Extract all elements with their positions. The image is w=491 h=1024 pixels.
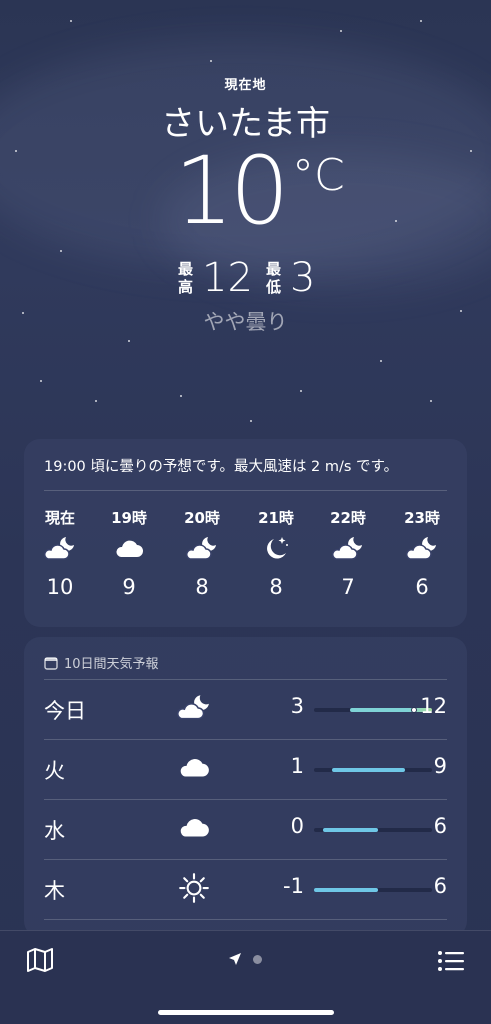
- temp-range-fill: [323, 828, 378, 832]
- hourly-item: 20時 8: [172, 507, 232, 599]
- hourly-item: 現在 10: [30, 507, 90, 599]
- day-label: 木: [44, 879, 65, 903]
- low-temp: 0: [290, 814, 304, 838]
- hourly-forecast-card[interactable]: 19:00 頃に曇りの予想です。最大風速は 2 m/s です。 現在 10 19時 9…: [24, 439, 467, 627]
- hour-label: 21時: [258, 509, 294, 527]
- partly-cloudy-night-icon: [392, 529, 452, 569]
- partly-cloudy-night-icon: [174, 693, 214, 723]
- partly-cloudy-night-icon: [172, 529, 232, 569]
- hourly-item: 19時 9: [99, 507, 159, 599]
- hour-temp: 6: [415, 575, 429, 599]
- high-temp: 9: [433, 754, 447, 778]
- daily-row[interactable]: 水 0 6: [44, 799, 447, 859]
- moon-stars-icon: [246, 529, 306, 569]
- hour-label: 22時: [330, 509, 366, 527]
- temperature-unit: °C: [292, 150, 345, 201]
- daily-row[interactable]: 火 1 9: [44, 739, 447, 799]
- daily-row[interactable]: 今日 3 12: [44, 679, 447, 739]
- sun-icon: [174, 873, 214, 903]
- daily-title: 10日間天気予報: [64, 657, 159, 672]
- current-location-label: 現在地: [224, 78, 267, 93]
- list-icon[interactable]: [437, 949, 465, 973]
- hour-label: 20時: [184, 509, 220, 527]
- hourly-item: 21時 8: [246, 507, 306, 599]
- high-temp: 6: [433, 874, 447, 898]
- divider: [44, 490, 447, 491]
- location-arrow-icon[interactable]: [228, 952, 242, 966]
- high-low: 最高 12 最低 3: [0, 256, 491, 300]
- cloud-icon: [99, 529, 159, 569]
- daily-row[interactable]: 木 -1 6: [44, 859, 447, 919]
- high-temp: 12: [420, 694, 447, 718]
- hour-temp: 9: [122, 575, 136, 599]
- hour-label: 現在: [44, 509, 75, 527]
- day-label: 今日: [44, 699, 86, 723]
- temperature-value: 10: [174, 137, 290, 246]
- hour-temp: 8: [195, 575, 209, 599]
- partly-cloudy-night-icon: [318, 529, 378, 569]
- divider: [44, 679, 447, 680]
- partly-cloudy-night-icon: [30, 529, 90, 569]
- hourly-item: 23時 6: [392, 507, 452, 599]
- divider: [44, 739, 447, 740]
- low-temp: -1: [283, 874, 304, 898]
- hour-label: 23時: [404, 509, 440, 527]
- hourly-summary: 19:00 頃に曇りの予想です。最大風速は 2 m/s です。: [44, 459, 399, 475]
- daily-forecast-card[interactable]: 10日間天気予報 今日 3 12 火 1 9 水 0 6 木 -1 6: [24, 637, 467, 937]
- hour-temp: 7: [341, 575, 355, 599]
- divider: [44, 859, 447, 860]
- high-temp: 6: [433, 814, 447, 838]
- condition-text: やや曇り: [203, 310, 288, 334]
- hour-label: 19時: [111, 509, 147, 527]
- map-icon[interactable]: [25, 947, 55, 973]
- cloud-icon: [174, 813, 214, 843]
- low-label: 最低: [266, 260, 282, 296]
- temp-range-fill: [332, 768, 405, 772]
- home-indicator[interactable]: [158, 1010, 334, 1015]
- high-label: 最高: [178, 260, 194, 296]
- daily-header: 10日間天気予報: [44, 653, 159, 672]
- low-temp: 1: [290, 754, 304, 778]
- day-label: 水: [44, 819, 65, 843]
- temp-range-fill: [314, 888, 378, 892]
- low-value: 3: [290, 255, 316, 301]
- hour-temp: 10: [46, 575, 74, 599]
- current-temperature: 10 °C: [0, 142, 491, 242]
- calendar-icon: [44, 656, 58, 670]
- hourly-item: 22時 7: [318, 507, 378, 599]
- cloud-icon: [174, 753, 214, 783]
- low-temp: 3: [290, 694, 304, 718]
- divider: [44, 919, 447, 920]
- page-indicator-dot[interactable]: [253, 955, 262, 964]
- hour-temp: 8: [269, 575, 283, 599]
- high-value: 12: [202, 255, 253, 301]
- divider: [44, 799, 447, 800]
- day-label: 火: [44, 759, 65, 783]
